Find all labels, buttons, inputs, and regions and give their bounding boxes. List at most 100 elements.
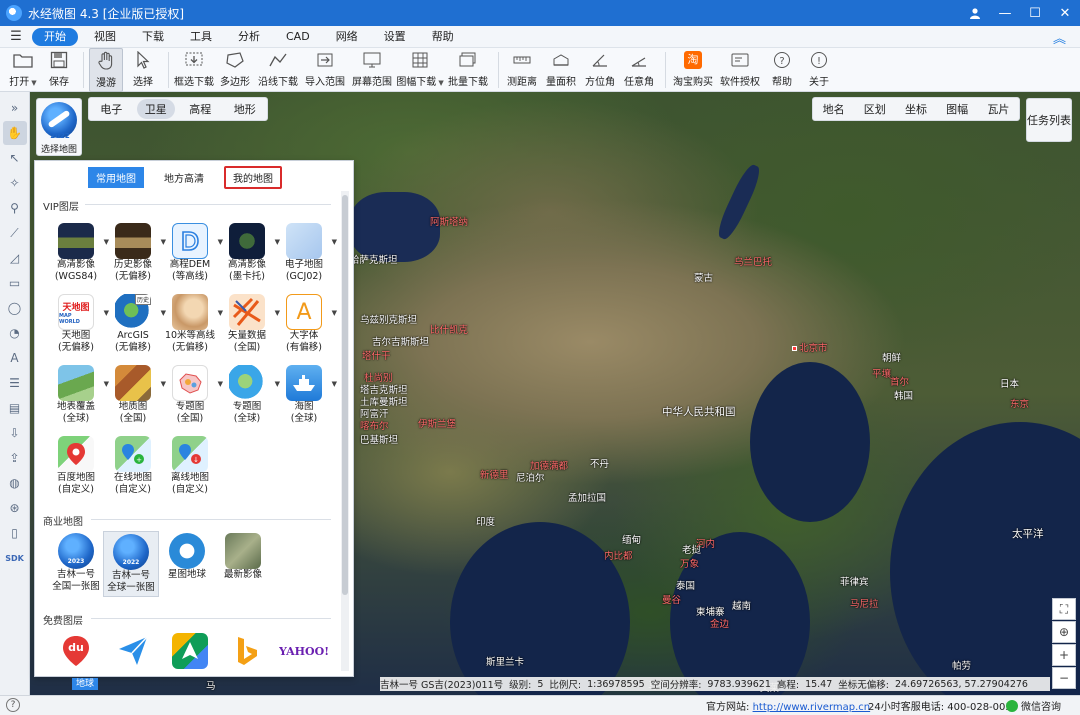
map-place-label[interactable]: 马 — [206, 678, 216, 692]
map-place-label[interactable]: 曼谷 — [662, 592, 681, 606]
map-place-label[interactable]: 塔什干 — [362, 348, 391, 362]
taobao-buy-button[interactable]: 淘 淘宝购买 — [671, 48, 715, 92]
overlay-place-names[interactable]: 地名 — [823, 101, 845, 117]
select-button[interactable]: 选择 — [126, 48, 160, 92]
map-place-label[interactable]: 乌兰巴托 — [734, 254, 772, 268]
measure-area-button[interactable]: 量面积 — [543, 48, 579, 92]
map-place-label[interactable]: 伊斯兰堡 — [418, 416, 456, 430]
collapse-ribbon-icon[interactable]: ︽ — [1053, 28, 1066, 47]
layer-tile-geovis-earth[interactable]: 星图地球 — [159, 531, 215, 597]
map-place-label[interactable]: 平壤 — [872, 366, 891, 380]
tab-my-maps[interactable]: 我的地图 — [224, 165, 282, 189]
zoom-out-icon[interactable]: − — [1052, 667, 1076, 689]
map-place-label[interactable]: 金边 — [710, 616, 729, 630]
map-place-label[interactable]: 朝鲜 — [882, 350, 901, 364]
layer-tile-latest-imagery[interactable]: 最新影像 — [215, 531, 271, 597]
overlay-coordinates[interactable]: 坐标 — [905, 101, 927, 117]
map-place-label[interactable]: 比什凯克 — [430, 322, 468, 336]
map-place-label[interactable]: 内比都 — [604, 548, 633, 562]
tab-local-hd[interactable]: 地方高清 — [156, 167, 212, 188]
expand-panel-icon[interactable]: » — [3, 96, 27, 120]
map-place-label[interactable]: 日本 — [1000, 376, 1019, 390]
layer-tile-history-imagery[interactable]: 历史影像 (无偏移) ▼ — [105, 221, 166, 287]
scale-chip[interactable]: 地球 — [72, 678, 98, 690]
map-place-label[interactable]: 北京市 — [792, 340, 828, 354]
circle-tool-icon[interactable]: ◯ — [3, 296, 27, 320]
pan-tool-icon[interactable]: ✋ — [2, 121, 27, 145]
menu-view[interactable]: 视图 — [84, 28, 126, 46]
layer-tool-icon[interactable]: ☰ — [3, 371, 27, 395]
help-button[interactable]: ? 帮助 — [765, 48, 799, 92]
box-download-button[interactable]: 框选下载 — [174, 48, 214, 92]
tab-common-maps[interactable]: 常用地图 — [88, 166, 144, 188]
layer-tile-vector-data[interactable]: 矢量数据 (全国) ▼ — [219, 292, 280, 358]
map-place-label[interactable]: 新德里 — [480, 467, 509, 481]
select-tool-icon[interactable]: ↖ — [3, 146, 27, 170]
phone-tool-icon[interactable]: ▯ — [3, 521, 27, 545]
layer-tile-offline-custom[interactable]: ↓ 离线地图 (自定义) — [162, 434, 218, 500]
map-place-label[interactable]: 蒙古 — [694, 270, 713, 284]
layer-tile-bing[interactable] — [219, 631, 275, 671]
map-place-label[interactable]: 喀布尔 — [360, 418, 389, 432]
map-place-label[interactable]: 东京 — [1010, 396, 1029, 410]
map-place-label[interactable]: 巴基斯坦 — [360, 432, 398, 446]
layer-tile-thematic-china[interactable]: 专题图 (全国) ▼ — [162, 363, 223, 429]
map-place-label[interactable]: 太平洋 — [1012, 526, 1044, 541]
maximize-icon[interactable]: ☐ — [1020, 0, 1050, 26]
task-list-button[interactable]: 任务列表 — [1026, 98, 1072, 142]
map-place-label[interactable]: 吉尔吉斯斯坦 — [372, 334, 429, 348]
layer-tile-send[interactable] — [105, 631, 161, 671]
layer-tile-baidu[interactable]: du — [48, 631, 104, 671]
polyline-tool-icon[interactable]: ⟋ — [3, 221, 27, 245]
overlay-sheets[interactable]: 图幅 — [946, 101, 968, 117]
measure-distance-button[interactable]: 测距离 — [504, 48, 540, 92]
dropdown-arrow-icon[interactable]: ▼ — [332, 238, 337, 246]
zoom-in-icon[interactable]: + — [1052, 644, 1076, 666]
map-place-label[interactable]: 印度 — [476, 514, 495, 528]
layer-tile-jilin-global[interactable]: 2022 吉林一号 全球一张图 — [103, 531, 159, 597]
layer-tile-dem[interactable]: 高程DEM (等高线) ▼ — [162, 221, 223, 287]
layer-tile-hd-imagery-wgs84[interactable]: 高清影像 (WGS84) ▼ — [48, 221, 109, 287]
menu-network[interactable]: 网络 — [326, 28, 368, 46]
layer-tile-electronic-map[interactable]: 电子地图 (GCJ02) ▼ — [276, 221, 337, 287]
line-download-button[interactable]: 沿线下载 — [256, 48, 300, 92]
layer-tile-nautical-chart[interactable]: 海图 (全球) ▼ — [276, 363, 337, 429]
sdk-icon[interactable]: SDK — [3, 546, 27, 570]
map-place-label[interactable]: 阿斯塔纳 — [430, 214, 468, 228]
menu-help[interactable]: 帮助 — [422, 28, 464, 46]
layer-tile-navigation[interactable] — [162, 631, 218, 671]
map-place-label[interactable]: 斯里兰卡 — [486, 654, 524, 668]
menu-start[interactable]: 开始 — [32, 27, 78, 46]
close-icon[interactable]: ✕ — [1050, 0, 1080, 26]
overlay-divisions[interactable]: 区划 — [864, 101, 886, 117]
stack-tool-icon[interactable]: ▤ — [3, 396, 27, 420]
share-tool-icon[interactable]: ⊛ — [3, 496, 27, 520]
map-place-label[interactable]: 杜尚别 — [364, 370, 393, 384]
pin-tool-icon[interactable]: ✧ — [3, 171, 27, 195]
save-button[interactable]: 保存 — [43, 48, 75, 92]
site-link[interactable]: http://www.rivermap.cn — [753, 702, 871, 713]
layer-tile-arcgis[interactable]: 历史 ArcGIS (无偏移) ▼ — [105, 292, 166, 358]
menu-settings[interactable]: 设置 — [374, 28, 416, 46]
menu-download[interactable]: 下载 — [132, 28, 174, 46]
azimuth-button[interactable]: 方位角 — [582, 48, 618, 92]
dropdown-arrow-icon[interactable]: ▼ — [332, 309, 337, 317]
layer-tile-tianditu[interactable]: 天地图 MAP WORLD 天地图 (无偏移) ▼ — [48, 292, 109, 358]
map-place-label[interactable]: 乌兹别克斯坦 — [360, 312, 417, 326]
help-circle-icon[interactable]: ? — [6, 698, 20, 712]
map-place-label[interactable]: 缅甸 — [622, 532, 641, 546]
menu-cad[interactable]: CAD — [276, 28, 320, 46]
polygon-tool-icon[interactable]: ◿ — [3, 246, 27, 270]
map-place-label[interactable]: 韩国 — [894, 388, 913, 402]
map-type-terrain[interactable]: 地形 — [226, 99, 264, 119]
batch-download-button[interactable]: 批量下载 — [446, 48, 490, 92]
map-place-label[interactable]: 首尔 — [890, 374, 909, 388]
sector-tool-icon[interactable]: ◔ — [3, 321, 27, 345]
select-map-button[interactable]: 2022 选择地图 — [36, 98, 82, 156]
polygon-button[interactable]: 多边形 — [217, 48, 253, 92]
layer-tile-geology[interactable]: 地质图 (全国) ▼ — [105, 363, 166, 429]
map-place-label[interactable]: 泰国 — [676, 578, 695, 592]
map-place-label[interactable]: 越南 — [732, 598, 751, 612]
screen-range-button[interactable]: 屏幕范围 — [350, 48, 394, 92]
hamburger-menu-icon[interactable]: ☰ — [0, 29, 32, 44]
